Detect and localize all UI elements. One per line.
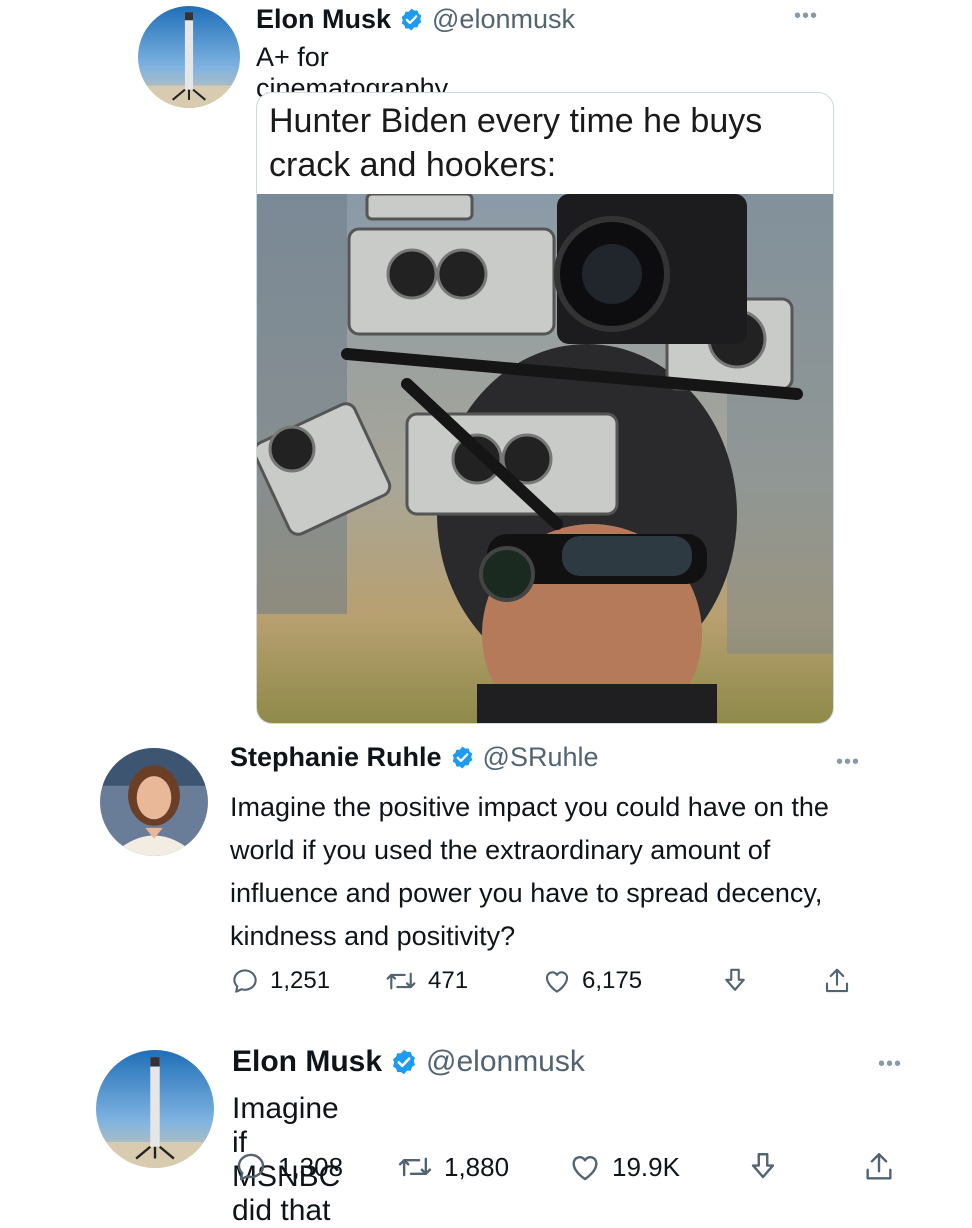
like-button[interactable]: 19.9K [568, 1150, 680, 1184]
reply-icon [233, 969, 257, 993]
retweet-button[interactable]: 471 [384, 966, 468, 996]
like-icon [572, 1156, 598, 1181]
share-icon [866, 1153, 892, 1180]
reply-count: 1,251 [270, 967, 331, 994]
like-button[interactable]: 6,175 [542, 966, 642, 996]
camera-helmet-photo [257, 194, 833, 723]
like-count: 19.9K [612, 1151, 680, 1182]
share-icon [825, 968, 849, 993]
meme-image[interactable]: Hunter Biden every time he buys crack an… [256, 92, 834, 724]
retweet-button[interactable]: 1,880 [396, 1150, 509, 1184]
avatar-sruhle[interactable] [100, 748, 208, 856]
more-icon[interactable]: ••• [878, 1054, 902, 1074]
author-name[interactable]: Elon Musk [232, 1045, 382, 1079]
portrait-avatar-image [100, 748, 208, 856]
share-button[interactable] [862, 1150, 896, 1184]
author-name[interactable]: Elon Musk [256, 4, 391, 35]
author-name[interactable]: Stephanie Ruhle [230, 742, 442, 773]
verified-badge-icon [450, 745, 475, 770]
author-handle[interactable]: @elonmusk [432, 4, 575, 35]
verified-badge-icon [390, 1048, 418, 1076]
tweet-header: Elon Musk @elonmusk [256, 4, 575, 35]
rocket-avatar-image [138, 6, 240, 108]
author-handle[interactable]: @elonmusk [426, 1045, 585, 1079]
tweet-header: Elon Musk @elonmusk [232, 1045, 585, 1079]
like-count: 6,175 [582, 967, 643, 994]
reply-button[interactable]: 1,251 [230, 966, 330, 996]
retweet-icon [398, 1157, 432, 1177]
retweet-count: 471 [428, 967, 469, 994]
rocket-avatar-image [96, 1050, 214, 1168]
share-button[interactable] [822, 966, 852, 996]
reply-icon [237, 1153, 265, 1181]
retweet-icon [386, 972, 416, 990]
tweet-header: Stephanie Ruhle @SRuhle [230, 742, 599, 773]
bookmark-button[interactable] [746, 1150, 780, 1184]
more-icon[interactable]: ••• [836, 752, 860, 772]
retweet-count: 1,880 [444, 1151, 510, 1182]
avatar-elonmusk[interactable] [96, 1050, 214, 1168]
more-icon[interactable]: ••• [794, 6, 818, 26]
avatar-elonmusk[interactable] [138, 6, 240, 108]
bookmark-icon [725, 968, 745, 991]
meme-caption: Hunter Biden every time he buys crack an… [269, 102, 763, 184]
bookmark-icon [751, 1153, 775, 1179]
author-handle[interactable]: @SRuhle [483, 742, 599, 773]
like-icon [545, 971, 569, 993]
reply-button[interactable]: 1,308 [234, 1150, 343, 1184]
reply-count: 1,308 [278, 1151, 344, 1182]
bookmark-button[interactable] [720, 966, 750, 996]
verified-badge-icon [399, 7, 424, 32]
tweet-text: Imagine the positive impact you could ha… [230, 792, 829, 951]
